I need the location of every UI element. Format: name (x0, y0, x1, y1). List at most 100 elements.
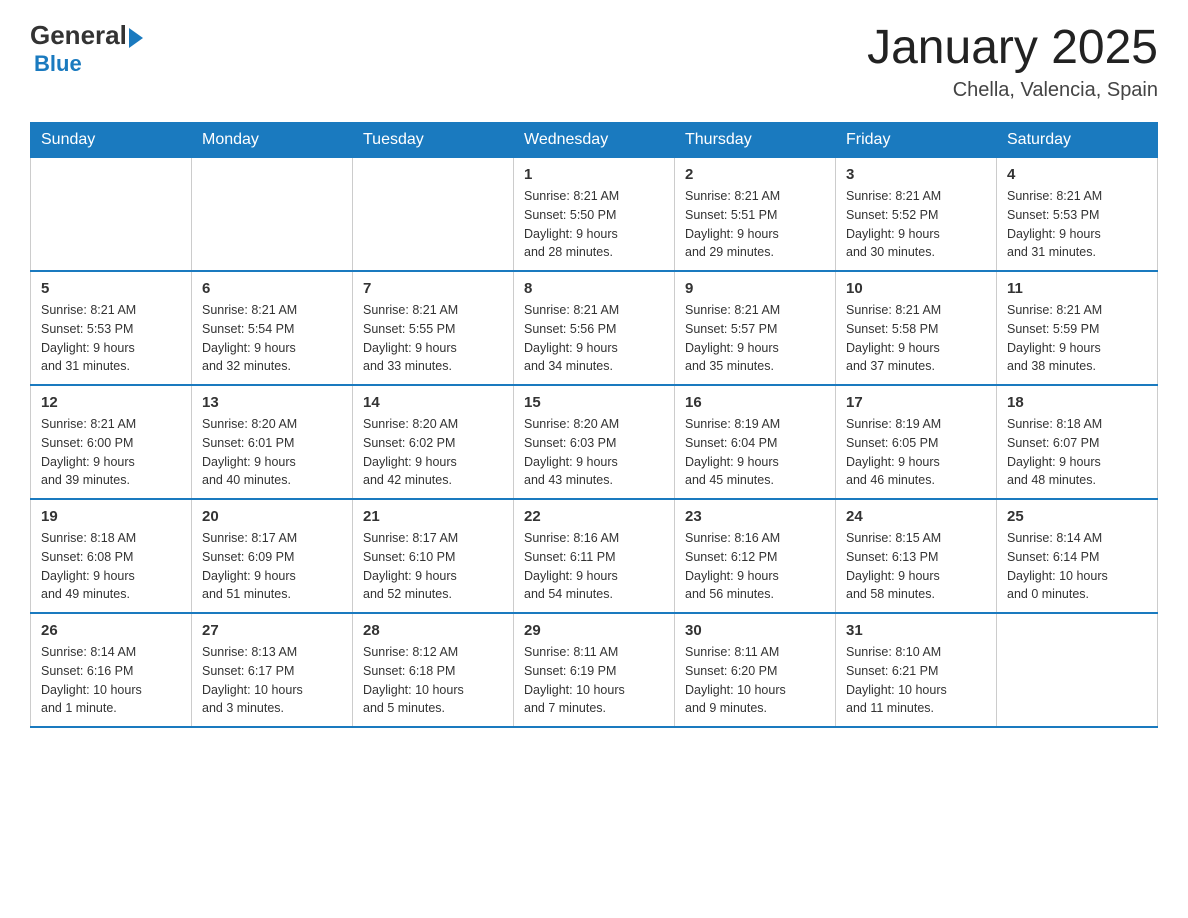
day-number: 21 (363, 508, 503, 525)
calendar-cell (997, 613, 1158, 727)
day-info: Sunrise: 8:17 AMSunset: 6:10 PMDaylight:… (363, 529, 503, 604)
day-info: Sunrise: 8:21 AMSunset: 5:51 PMDaylight:… (685, 187, 825, 262)
calendar-cell: 15 Sunrise: 8:20 AMSunset: 6:03 PMDayligh… (514, 385, 675, 499)
main-title: January 2025 (867, 20, 1158, 75)
day-number: 27 (202, 622, 342, 639)
calendar-week-row: 19 Sunrise: 8:18 AMSunset: 6:08 PMDayligh… (31, 499, 1158, 613)
day-info: Sunrise: 8:16 AMSunset: 6:12 PMDaylight:… (685, 529, 825, 604)
day-number: 14 (363, 394, 503, 411)
day-number: 29 (524, 622, 664, 639)
calendar-cell: 14 Sunrise: 8:20 AMSunset: 6:02 PMDayligh… (353, 385, 514, 499)
calendar-cell: 4 Sunrise: 8:21 AMSunset: 5:53 PMDaylight… (997, 158, 1158, 272)
calendar-week-row: 5 Sunrise: 8:21 AMSunset: 5:53 PMDaylight… (31, 271, 1158, 385)
calendar-day-header: Saturday (997, 123, 1158, 158)
day-number: 12 (41, 394, 181, 411)
day-number: 9 (685, 280, 825, 297)
title-block: January 2025 Chella, Valencia, Spain (867, 20, 1158, 102)
day-number: 6 (202, 280, 342, 297)
day-number: 10 (846, 280, 986, 297)
calendar-cell: 3 Sunrise: 8:21 AMSunset: 5:52 PMDaylight… (836, 158, 997, 272)
day-info: Sunrise: 8:18 AMSunset: 6:07 PMDaylight:… (1007, 415, 1147, 490)
day-info: Sunrise: 8:21 AMSunset: 5:53 PMDaylight:… (1007, 187, 1147, 262)
logo-arrow-icon (129, 28, 143, 48)
day-info: Sunrise: 8:16 AMSunset: 6:11 PMDaylight:… (524, 529, 664, 604)
calendar-cell: 5 Sunrise: 8:21 AMSunset: 5:53 PMDaylight… (31, 271, 192, 385)
day-number: 26 (41, 622, 181, 639)
calendar-cell: 31 Sunrise: 8:10 AMSunset: 6:21 PMDayligh… (836, 613, 997, 727)
logo-blue-text: Blue (34, 51, 147, 77)
day-info: Sunrise: 8:21 AMSunset: 5:58 PMDaylight:… (846, 301, 986, 376)
calendar-table: SundayMondayTuesdayWednesdayThursdayFrid… (30, 122, 1158, 728)
calendar-cell (31, 158, 192, 272)
day-info: Sunrise: 8:21 AMSunset: 5:57 PMDaylight:… (685, 301, 825, 376)
calendar-week-row: 1 Sunrise: 8:21 AMSunset: 5:50 PMDaylight… (31, 158, 1158, 272)
day-info: Sunrise: 8:10 AMSunset: 6:21 PMDaylight:… (846, 643, 986, 718)
calendar-cell: 29 Sunrise: 8:11 AMSunset: 6:19 PMDayligh… (514, 613, 675, 727)
day-info: Sunrise: 8:21 AMSunset: 5:53 PMDaylight:… (41, 301, 181, 376)
calendar-cell: 9 Sunrise: 8:21 AMSunset: 5:57 PMDaylight… (675, 271, 836, 385)
calendar-cell: 7 Sunrise: 8:21 AMSunset: 5:55 PMDaylight… (353, 271, 514, 385)
calendar-cell: 6 Sunrise: 8:21 AMSunset: 5:54 PMDaylight… (192, 271, 353, 385)
day-info: Sunrise: 8:11 AMSunset: 6:20 PMDaylight:… (685, 643, 825, 718)
day-info: Sunrise: 8:21 AMSunset: 6:00 PMDaylight:… (41, 415, 181, 490)
day-info: Sunrise: 8:21 AMSunset: 5:54 PMDaylight:… (202, 301, 342, 376)
day-info: Sunrise: 8:19 AMSunset: 6:05 PMDaylight:… (846, 415, 986, 490)
subtitle: Chella, Valencia, Spain (867, 79, 1158, 102)
calendar-cell: 25Sunrise: 8:14 AMSunset: 6:14 PMDayligh… (997, 499, 1158, 613)
calendar-cell: 27 Sunrise: 8:13 AMSunset: 6:17 PMDayligh… (192, 613, 353, 727)
day-number: 11 (1007, 280, 1147, 297)
day-info: Sunrise: 8:11 AMSunset: 6:19 PMDaylight:… (524, 643, 664, 718)
day-info: Sunrise: 8:20 AMSunset: 6:02 PMDaylight:… (363, 415, 503, 490)
day-number: 28 (363, 622, 503, 639)
calendar-cell: 24 Sunrise: 8:15 AMSunset: 6:13 PMDayligh… (836, 499, 997, 613)
day-number: 4 (1007, 166, 1147, 183)
day-info: Sunrise: 8:21 AMSunset: 5:56 PMDaylight:… (524, 301, 664, 376)
calendar-cell: 28 Sunrise: 8:12 AMSunset: 6:18 PMDayligh… (353, 613, 514, 727)
day-number: 30 (685, 622, 825, 639)
calendar-cell: 13Sunrise: 8:20 AMSunset: 6:01 PMDayligh… (192, 385, 353, 499)
calendar-day-header: Tuesday (353, 123, 514, 158)
calendar-day-header: Friday (836, 123, 997, 158)
day-number: 19 (41, 508, 181, 525)
calendar-cell: 16 Sunrise: 8:19 AMSunset: 6:04 PMDayligh… (675, 385, 836, 499)
day-info: Sunrise: 8:21 AMSunset: 5:52 PMDaylight:… (846, 187, 986, 262)
day-info: Sunrise: 8:21 AMSunset: 5:50 PMDaylight:… (524, 187, 664, 262)
calendar-cell: 23Sunrise: 8:16 AMSunset: 6:12 PMDayligh… (675, 499, 836, 613)
day-info: Sunrise: 8:20 AMSunset: 6:03 PMDaylight:… (524, 415, 664, 490)
calendar-day-header: Thursday (675, 123, 836, 158)
calendar-day-header: Monday (192, 123, 353, 158)
day-info: Sunrise: 8:13 AMSunset: 6:17 PMDaylight:… (202, 643, 342, 718)
calendar-cell: 10 Sunrise: 8:21 AMSunset: 5:58 PMDayligh… (836, 271, 997, 385)
day-number: 1 (524, 166, 664, 183)
day-number: 31 (846, 622, 986, 639)
day-info: Sunrise: 8:12 AMSunset: 6:18 PMDaylight:… (363, 643, 503, 718)
day-number: 7 (363, 280, 503, 297)
day-info: Sunrise: 8:21 AMSunset: 5:55 PMDaylight:… (363, 301, 503, 376)
day-number: 3 (846, 166, 986, 183)
calendar-day-header: Wednesday (514, 123, 675, 158)
calendar-cell: 8Sunrise: 8:21 AMSunset: 5:56 PMDaylight… (514, 271, 675, 385)
day-info: Sunrise: 8:18 AMSunset: 6:08 PMDaylight:… (41, 529, 181, 604)
day-info: Sunrise: 8:17 AMSunset: 6:09 PMDaylight:… (202, 529, 342, 604)
day-info: Sunrise: 8:15 AMSunset: 6:13 PMDaylight:… (846, 529, 986, 604)
calendar-cell: 30 Sunrise: 8:11 AMSunset: 6:20 PMDayligh… (675, 613, 836, 727)
calendar-cell: 2 Sunrise: 8:21 AMSunset: 5:51 PMDaylight… (675, 158, 836, 272)
calendar-cell: 11 Sunrise: 8:21 AMSunset: 5:59 PMDayligh… (997, 271, 1158, 385)
day-number: 17 (846, 394, 986, 411)
calendar-cell: 17 Sunrise: 8:19 AMSunset: 6:05 PMDayligh… (836, 385, 997, 499)
day-info: Sunrise: 8:21 AMSunset: 5:59 PMDaylight:… (1007, 301, 1147, 376)
day-number: 2 (685, 166, 825, 183)
day-info: Sunrise: 8:20 AMSunset: 6:01 PMDaylight:… (202, 415, 342, 490)
day-number: 20 (202, 508, 342, 525)
day-number: 24 (846, 508, 986, 525)
calendar-week-row: 12 Sunrise: 8:21 AMSunset: 6:00 PMDayligh… (31, 385, 1158, 499)
calendar-cell: 20 Sunrise: 8:17 AMSunset: 6:09 PMDayligh… (192, 499, 353, 613)
calendar-cell (353, 158, 514, 272)
day-number: 5 (41, 280, 181, 297)
day-info: Sunrise: 8:14 AMSunset: 6:14 PMDaylight:… (1007, 529, 1147, 604)
day-number: 16 (685, 394, 825, 411)
logo-general-text: General (30, 20, 127, 51)
day-number: 22 (524, 508, 664, 525)
day-info: Sunrise: 8:19 AMSunset: 6:04 PMDaylight:… (685, 415, 825, 490)
day-number: 15 (524, 394, 664, 411)
